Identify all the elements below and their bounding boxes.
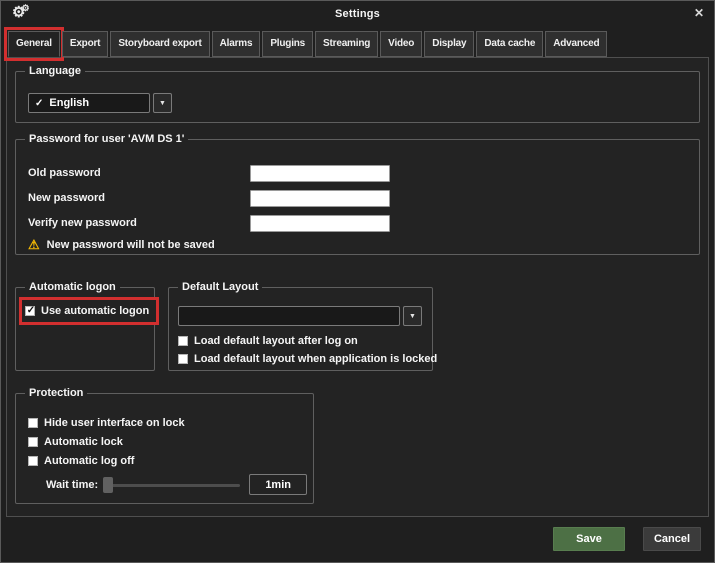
- protection-group-title: Protection: [25, 387, 87, 399]
- chevron-down-icon: ▼: [159, 100, 166, 107]
- slider-track: [103, 484, 240, 487]
- warning-icon: ⚠: [28, 238, 40, 251]
- automatic-lock-checkbox[interactable]: [28, 437, 38, 447]
- tab-alarms[interactable]: Alarms: [212, 31, 261, 57]
- tab-plugins[interactable]: Plugins: [262, 31, 313, 57]
- save-button[interactable]: Save: [553, 527, 625, 551]
- wait-time-label: Wait time:: [46, 479, 98, 491]
- default-layout-dropdown[interactable]: ▼: [178, 306, 432, 326]
- load-layout-after-logon-label: Load default layout after log on: [194, 335, 358, 347]
- dialog-title: Settings: [1, 8, 714, 20]
- language-group: Language ✓ English ▼: [15, 71, 700, 123]
- protection-group: Protection Hide user interface on lock A…: [15, 393, 314, 504]
- load-layout-after-logon-checkbox[interactable]: [178, 336, 188, 346]
- language-dropdown-value[interactable]: ✓ English: [28, 93, 150, 113]
- verify-password-field[interactable]: [250, 215, 390, 232]
- automatic-logoff-label: Automatic log off: [44, 455, 134, 467]
- default-layout-dropdown-button[interactable]: ▼: [403, 306, 422, 326]
- tab-general[interactable]: General: [8, 31, 60, 57]
- language-dropdown[interactable]: ✓ English ▼: [28, 93, 699, 113]
- verify-password-label: Verify new password: [28, 217, 250, 229]
- new-password-label: New password: [28, 192, 250, 204]
- load-layout-when-locked-row[interactable]: Load default layout when application is …: [178, 353, 432, 365]
- use-automatic-logon-checkbox[interactable]: ✓: [25, 306, 35, 316]
- password-warning-text: New password will not be saved: [47, 239, 215, 251]
- tab-strip: General Export Storyboard export Alarms …: [8, 31, 607, 57]
- load-layout-when-locked-checkbox[interactable]: [178, 354, 188, 364]
- use-automatic-logon-label: Use automatic logon: [41, 305, 149, 317]
- settings-dialog: ⚙⚙ Settings ✕ General Export Storyboard …: [0, 0, 715, 563]
- verify-password-row: Verify new password: [28, 213, 699, 233]
- close-icon[interactable]: ✕: [694, 7, 704, 19]
- hide-ui-on-lock-row[interactable]: Hide user interface on lock: [28, 417, 313, 429]
- automatic-logoff-checkbox[interactable]: [28, 456, 38, 466]
- new-password-row: New password: [28, 188, 699, 208]
- wait-time-row: Wait time: 1min: [28, 474, 313, 495]
- language-selected-label: English: [49, 97, 89, 109]
- tab-video[interactable]: Video: [380, 31, 422, 57]
- cancel-button[interactable]: Cancel: [643, 527, 701, 551]
- language-dropdown-button[interactable]: ▼: [153, 93, 172, 113]
- automatic-lock-row[interactable]: Automatic lock: [28, 436, 313, 448]
- hide-ui-on-lock-checkbox[interactable]: [28, 418, 38, 428]
- old-password-field[interactable]: [250, 165, 390, 182]
- footer-buttons: Save Cancel: [553, 527, 701, 551]
- automatic-logon-group: Automatic logon ✓ Use automatic logon: [15, 287, 155, 371]
- old-password-label: Old password: [28, 167, 250, 179]
- tab-storyboard-export[interactable]: Storyboard export: [110, 31, 209, 57]
- language-group-title: Language: [25, 65, 85, 77]
- wait-time-slider[interactable]: [103, 477, 240, 493]
- use-automatic-logon-highlight: ✓ Use automatic logon: [19, 297, 159, 325]
- automatic-lock-label: Automatic lock: [44, 436, 123, 448]
- tab-data-cache[interactable]: Data cache: [476, 31, 543, 57]
- checkmark-icon: ✓: [35, 98, 43, 109]
- load-layout-when-locked-label: Load default layout when application is …: [194, 353, 437, 365]
- default-layout-group: Default Layout ▼ Load default layout aft…: [168, 287, 433, 371]
- tab-streaming[interactable]: Streaming: [315, 31, 378, 57]
- title-bar: ⚙⚙ Settings ✕: [1, 1, 714, 29]
- automatic-logon-group-title: Automatic logon: [25, 281, 120, 293]
- default-layout-dropdown-value[interactable]: [178, 306, 400, 326]
- password-group: Password for user 'AVM DS 1' Old passwor…: [15, 139, 700, 255]
- use-automatic-logon-row[interactable]: ✓ Use automatic logon: [25, 305, 149, 317]
- checkmark-icon: ✓: [26, 305, 36, 317]
- slider-handle[interactable]: [103, 477, 113, 493]
- password-group-title: Password for user 'AVM DS 1': [25, 133, 188, 145]
- automatic-logoff-row[interactable]: Automatic log off: [28, 455, 313, 467]
- general-tab-panel: Language ✓ English ▼ Password for user '…: [6, 57, 709, 517]
- chevron-down-icon: ▼: [409, 313, 416, 320]
- default-layout-group-title: Default Layout: [178, 281, 262, 293]
- tab-display[interactable]: Display: [424, 31, 474, 57]
- tab-export[interactable]: Export: [62, 31, 108, 57]
- wait-time-value: 1min: [249, 474, 307, 495]
- load-layout-after-logon-row[interactable]: Load default layout after log on: [178, 335, 432, 347]
- new-password-field[interactable]: [250, 190, 390, 207]
- password-warning: ⚠ New password will not be saved: [28, 238, 699, 251]
- tab-advanced[interactable]: Advanced: [545, 31, 607, 57]
- old-password-row: Old password: [28, 163, 699, 183]
- hide-ui-on-lock-label: Hide user interface on lock: [44, 417, 185, 429]
- logon-layout-row: Automatic logon ✓ Use automatic logon De…: [15, 287, 700, 371]
